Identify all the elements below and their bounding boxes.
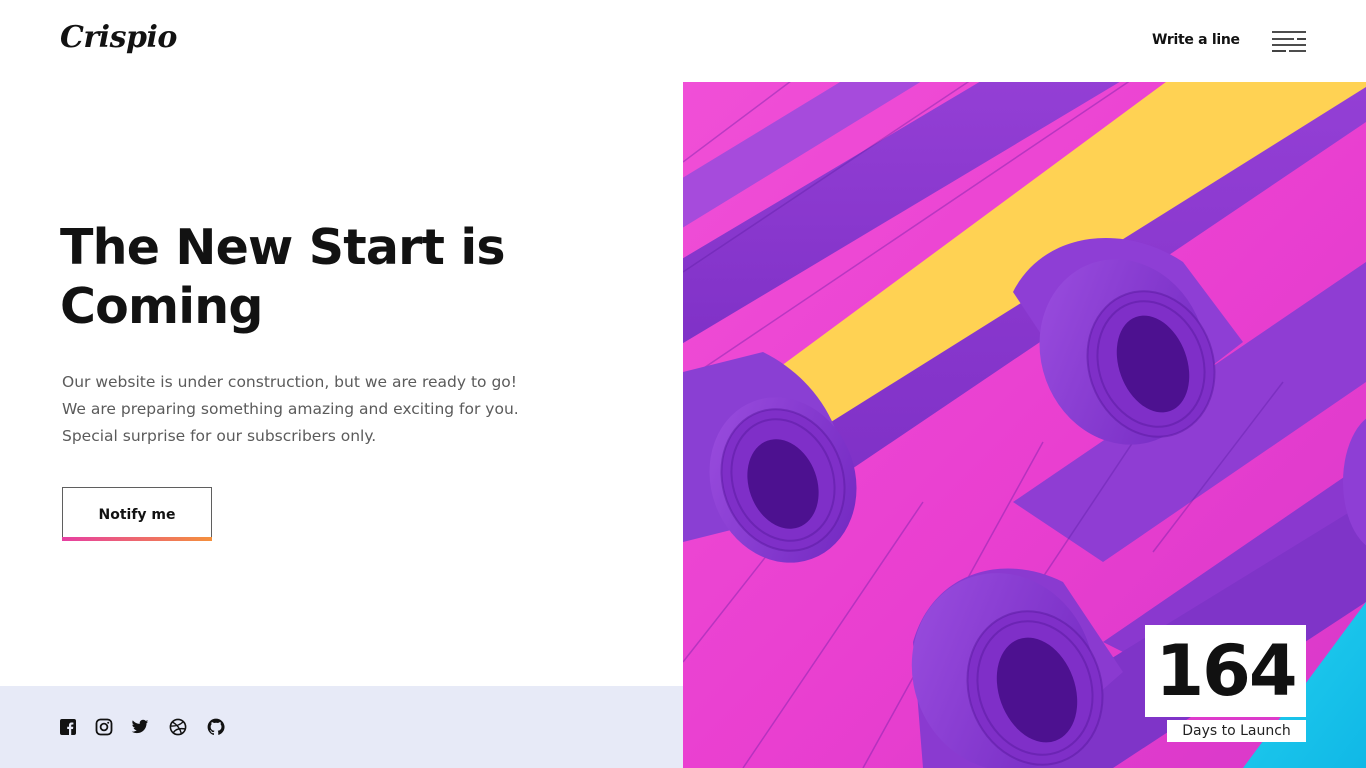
github-icon[interactable] [207,718,225,736]
dribbble-icon[interactable] [169,718,187,736]
hero-description-line: We are preparing something amazing and e… [62,400,519,418]
menu-lines-icon [1272,31,1306,52]
facebook-icon[interactable] [59,718,77,736]
notify-me-button[interactable]: Notify me [62,487,212,541]
hero-description: Our website is under construction, but w… [62,369,582,450]
countdown-days: 164 [1155,630,1297,712]
hero-title: The New Start is Coming [60,219,506,335]
menu-button[interactable] [1272,30,1306,52]
gradient-underline [62,537,212,541]
countdown-number-box: 164 [1145,625,1306,717]
hero-description-line: Our website is under construction, but w… [62,373,518,391]
twitter-icon[interactable] [131,718,149,736]
countdown-label: Days to Launch [1167,720,1306,742]
write-a-line-link[interactable]: Write a line [1152,32,1240,48]
hero-description-line: Special surprise for our subscribers onl… [62,427,377,445]
instagram-icon[interactable] [95,718,113,736]
brand-logo[interactable]: Crispio [60,20,177,55]
notify-me-label: Notify me [98,506,176,523]
